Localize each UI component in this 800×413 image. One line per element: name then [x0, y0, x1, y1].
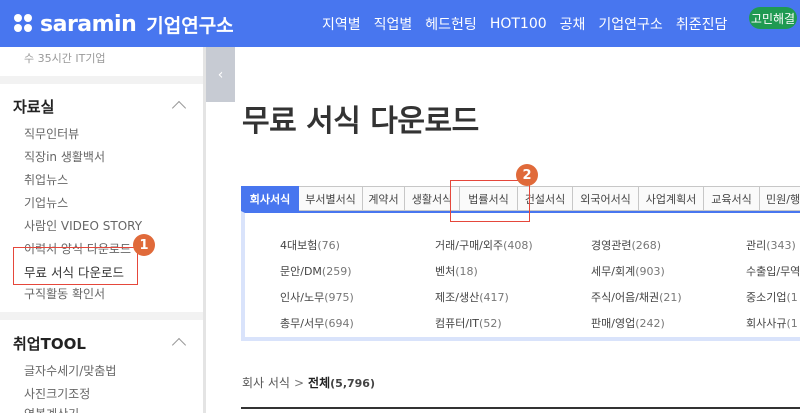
- category-link[interactable]: 제조/생산(417): [435, 289, 509, 305]
- annotation-box-1: [13, 247, 138, 285]
- list-top-border: [241, 407, 800, 409]
- category-link[interactable]: 수출입/무역: [746, 263, 800, 279]
- sidebar-item-char-count[interactable]: 글자수세기/맞춤법: [24, 362, 116, 379]
- chevron-left-icon: ‹: [217, 66, 224, 83]
- global-nav: 지역별 직업별 헤드헌팅 HOT100 공채 기업연구소 취준진담: [322, 0, 740, 47]
- tab-education-forms[interactable]: 교육서식: [704, 186, 760, 211]
- sidebar-item-video-story[interactable]: 사람인 VIDEO STORY: [24, 217, 142, 234]
- logo-text: saramin: [40, 11, 137, 37]
- tab-foreign-language-forms[interactable]: 외국어서식: [573, 186, 639, 211]
- nav-job[interactable]: 직업별: [374, 14, 413, 34]
- category-link[interactable]: 벤처(18): [435, 263, 478, 279]
- sidebar-section-tools[interactable]: 취업TOOL: [13, 333, 86, 354]
- tab-contracts[interactable]: 계약서: [363, 186, 405, 211]
- breadcrumb-root[interactable]: 회사 서식: [242, 376, 290, 390]
- tab-department-forms[interactable]: 부서별서식: [299, 186, 363, 211]
- category-link[interactable]: 인사/노무(975): [280, 289, 354, 305]
- category-link[interactable]: 판매/영업(242): [591, 315, 665, 331]
- annotation-badge-2: 2: [516, 164, 538, 186]
- page-title: 무료 서식 다운로드: [242, 104, 479, 139]
- tab-company-forms[interactable]: 회사서식: [241, 186, 299, 211]
- category-link[interactable]: 경영관련(268): [591, 237, 661, 253]
- global-header: saramin 기업연구소 지역별 직업별 헤드헌팅 HOT100 공채 기업연…: [0, 0, 800, 47]
- sidebar-divider: [0, 76, 203, 84]
- category-link[interactable]: 중소기업(1: [746, 289, 798, 305]
- nav-job-talk[interactable]: 취준진담: [676, 14, 728, 34]
- sidebar-divider: [0, 312, 203, 320]
- sidebar-item-job-news[interactable]: 취업뉴스: [24, 171, 68, 188]
- nav-public-recruit[interactable]: 공채: [560, 14, 586, 34]
- worry-solve-badge[interactable]: 고민해결: [749, 7, 797, 29]
- sidebar-item-job-interview[interactable]: 직무인터뷰: [24, 125, 79, 142]
- category-link[interactable]: 세무/회계(903): [591, 263, 665, 279]
- sidebar-item-job-certificate[interactable]: 구직활동 확인서: [24, 285, 105, 302]
- category-link[interactable]: 회사사규(1: [746, 315, 798, 331]
- logo-dots-icon: [14, 14, 34, 34]
- category-link[interactable]: 문안/DM(259): [280, 263, 352, 279]
- nav-headhunting[interactable]: 헤드헌팅: [425, 14, 477, 34]
- tab-business-plans[interactable]: 사업계획서: [639, 186, 704, 211]
- breadcrumb-separator: >: [293, 376, 305, 390]
- nav-company-lab[interactable]: 기업연구소: [598, 14, 662, 34]
- sidebar-item-salary-calc[interactable]: 연봉계산기: [24, 405, 79, 413]
- sidebar-collapse-button[interactable]: ‹: [206, 47, 235, 102]
- category-link[interactable]: 거래/구매/외주(408): [435, 237, 533, 253]
- category-link[interactable]: 컴퓨터/IT(52): [435, 315, 502, 331]
- sidebar-item-work-life[interactable]: 직장in 생활백서: [24, 148, 105, 165]
- sidebar-prev-item[interactable]: 수 35시간 IT기업: [24, 50, 106, 66]
- saramin-logo[interactable]: saramin 기업연구소: [14, 9, 234, 39]
- category-link[interactable]: 총무/서무(694): [280, 315, 354, 331]
- sidebar-item-photo-resize[interactable]: 사진크기조정: [24, 385, 90, 402]
- category-list: 4대보험(76) 거래/구매/외주(408) 경영관련(268) 관리(343)…: [241, 211, 800, 341]
- category-link[interactable]: 4대보험(76): [280, 237, 340, 253]
- breadcrumb: 회사 서식 > 전체(5,796): [242, 374, 375, 391]
- total-count: (5,796): [330, 377, 375, 390]
- sidebar-item-company-news[interactable]: 기업뉴스: [24, 194, 68, 211]
- nav-region[interactable]: 지역별: [322, 14, 361, 34]
- category-link[interactable]: 관리(343): [746, 237, 796, 253]
- logo-subtitle: 기업연구소: [146, 14, 234, 37]
- annotation-badge-1: 1: [133, 234, 155, 256]
- nav-hot100[interactable]: HOT100: [490, 16, 547, 32]
- annotation-box-2: [450, 180, 530, 222]
- breadcrumb-current: 전체: [308, 376, 331, 390]
- category-link[interactable]: 주식/어음/채권(21): [591, 289, 682, 305]
- tab-civil-admin[interactable]: 민원/행정: [760, 186, 800, 211]
- sidebar-section-resources[interactable]: 자료실: [13, 96, 54, 117]
